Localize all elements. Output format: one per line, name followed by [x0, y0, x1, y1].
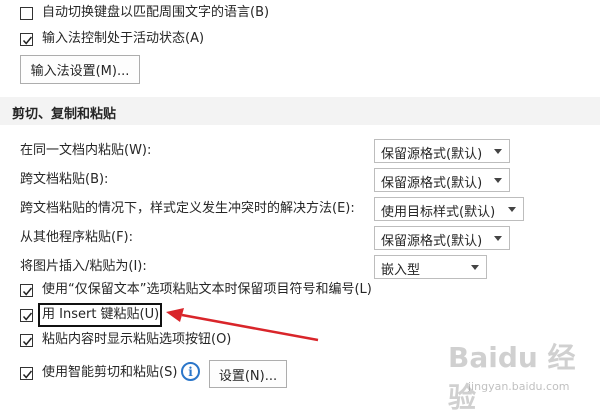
check-icon [22, 287, 33, 296]
insert-picture-select[interactable]: 嵌入型 [374, 255, 487, 279]
paste-from-other-label: 从其他程序粘贴(F): [20, 230, 134, 245]
check-icon [22, 370, 33, 379]
check-icon [22, 337, 33, 346]
paste-within-doc-select[interactable]: 保留源格式(默认) [374, 139, 510, 163]
chevron-down-icon [471, 265, 479, 270]
smart-cut-settings-button[interactable]: 设置(N)... [209, 360, 287, 388]
show-paste-options-checkbox[interactable] [20, 334, 33, 347]
style-conflict-label: 跨文档粘贴的情况下，样式定义发生冲突时的解决方法(E): [20, 201, 355, 216]
chevron-down-icon [494, 149, 502, 154]
smart-cut-paste-checkbox[interactable] [20, 367, 33, 380]
ime-settings-button[interactable]: 输入法设置(M)... [20, 55, 140, 84]
insert-picture-value: 嵌入型 [381, 263, 421, 278]
section-title: 剪切、复制和粘贴 [12, 107, 117, 122]
check-icon [22, 36, 33, 45]
section-header: 剪切、复制和粘贴 [0, 97, 600, 125]
auto-switch-keyboard-checkbox[interactable] [20, 7, 33, 20]
watermark-logo: Baidu 经验 [448, 341, 576, 414]
chevron-down-icon [494, 178, 502, 183]
smart-cut-paste-label: 使用智能剪切和粘贴(S) [42, 365, 178, 380]
style-conflict-select[interactable]: 使用目标样式(默认) [374, 197, 524, 221]
insert-key-paste-label: 用 Insert 键粘贴(U) [42, 307, 160, 322]
keep-bullets-checkbox[interactable] [20, 284, 33, 297]
paste-from-other-value: 保留源格式(默认) [381, 234, 483, 249]
paste-between-docs-value: 保留源格式(默认) [381, 176, 483, 191]
annotation-arrow-head [166, 308, 184, 322]
style-conflict-value: 使用目标样式(默认) [381, 205, 496, 220]
watermark-url: jingyan.baidu.com [468, 380, 570, 393]
paste-between-docs-select[interactable]: 保留源格式(默认) [374, 168, 510, 192]
insert-key-paste-checkbox[interactable] [20, 309, 33, 322]
paste-within-doc-value: 保留源格式(默认) [381, 147, 483, 162]
annotation-arrow-shaft [181, 313, 319, 342]
paste-within-doc-label: 在同一文档内粘贴(W): [20, 143, 152, 158]
ime-active-label: 输入法控制处于活动状态(A) [42, 31, 205, 46]
ime-active-checkbox[interactable] [20, 33, 33, 46]
keep-bullets-label: 使用“仅保留文本”选项粘贴文本时保留项目符号和编号(L) [42, 282, 372, 297]
check-icon [22, 312, 33, 321]
annotation-arrow [166, 308, 319, 342]
chevron-down-icon [494, 236, 502, 241]
chevron-down-icon [508, 207, 516, 212]
paste-from-other-select[interactable]: 保留源格式(默认) [374, 226, 510, 250]
info-icon[interactable]: i [181, 362, 200, 381]
insert-picture-label: 将图片插入/粘贴为(I): [20, 259, 147, 274]
paste-between-docs-label: 跨文档粘贴(B): [20, 172, 109, 187]
auto-switch-keyboard-label: 自动切换键盘以匹配周围文字的语言(B) [42, 5, 270, 20]
